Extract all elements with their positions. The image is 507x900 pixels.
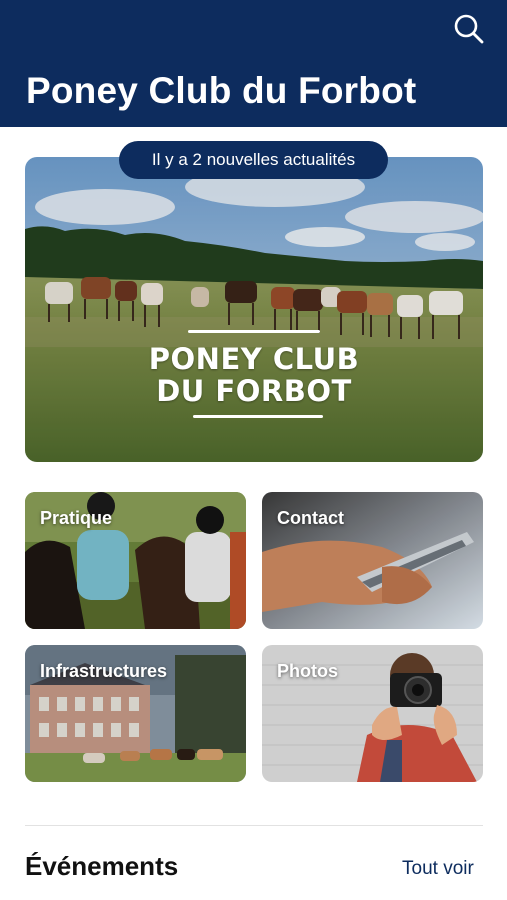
tile-infrastructures[interactable]: Infrastructures [25,645,246,782]
events-section-title: Événements [25,851,179,881]
tile-photos[interactable]: Photos [262,645,483,782]
tile-label-contact: Contact [277,508,344,528]
hero-logo-line2: DU FORBOT [156,374,352,408]
search-icon [454,14,484,44]
tile-pratique[interactable]: Pratique [25,492,246,629]
section-divider [25,825,483,826]
search-button[interactable] [452,12,486,46]
app-header: Poney Club du Forbot [0,0,507,127]
hero-logo-rule-bottom [193,415,323,418]
see-all-events-link[interactable]: Tout voir [402,858,474,880]
tile-contact[interactable]: Contact [262,492,483,629]
hero-logo-line1: PONEY CLUB [148,342,360,376]
hero-card[interactable]: PONEY CLUB DU FORBOT [25,157,483,462]
tile-label-infrastructures: Infrastructures [40,661,168,681]
page-title: Poney Club du Forbot [26,70,417,111]
news-banner-button[interactable]: Il y a 2 nouvelles actualités [119,141,388,179]
tile-label-pratique: Pratique [40,508,113,528]
hero-logo-rule-top [188,330,320,333]
tile-label-photos: Photos [277,661,338,681]
